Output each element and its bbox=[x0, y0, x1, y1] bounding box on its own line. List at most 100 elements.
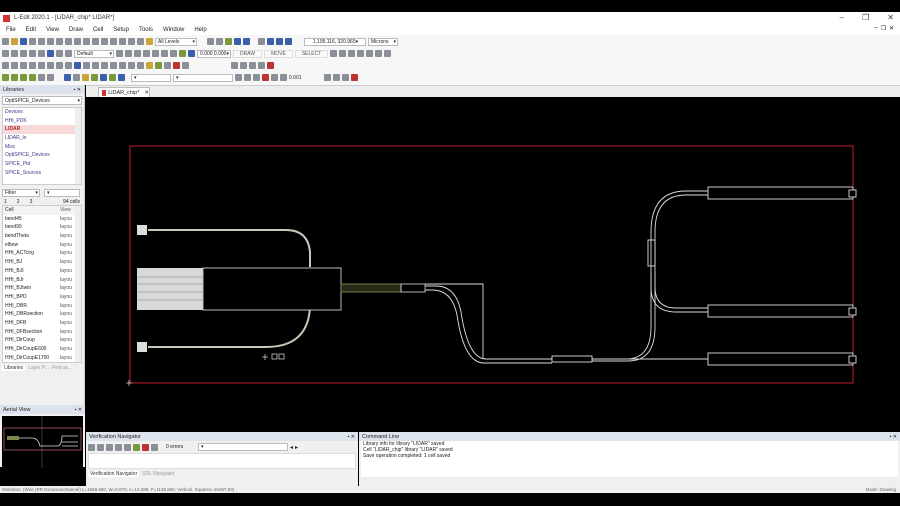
drc-icon[interactable] bbox=[110, 38, 117, 45]
grid-icon[interactable] bbox=[384, 50, 392, 57]
layer-swatch-icon[interactable] bbox=[188, 50, 195, 57]
library-item[interactable]: SPICE_Sources bbox=[3, 169, 81, 178]
polygon-tool-icon[interactable] bbox=[20, 50, 27, 57]
forward-icon[interactable] bbox=[216, 38, 223, 45]
save-view-icon[interactable] bbox=[267, 38, 274, 45]
cut-shape-icon[interactable] bbox=[146, 62, 153, 69]
wire-edit-icon[interactable] bbox=[231, 62, 238, 69]
drc-a-icon[interactable] bbox=[2, 74, 9, 81]
cell-row[interactable]: HHI_BJ layou bbox=[3, 258, 81, 267]
align-left-icon[interactable] bbox=[330, 50, 338, 57]
cell-row[interactable]: bendTheta layou bbox=[3, 232, 81, 241]
palette-icon[interactable] bbox=[267, 62, 274, 69]
port-icon[interactable] bbox=[170, 50, 177, 57]
merge-icon[interactable] bbox=[137, 62, 144, 69]
cell-scrollbar[interactable] bbox=[75, 206, 81, 362]
align-center-icon[interactable] bbox=[339, 50, 347, 57]
layer-icon[interactable] bbox=[146, 38, 153, 45]
verify-a-icon[interactable] bbox=[88, 443, 95, 451]
move-button[interactable]: MOVE bbox=[264, 49, 293, 58]
snap-grid-icon[interactable] bbox=[235, 74, 242, 81]
cell-row[interactable]: HHI_BJtwin layou bbox=[3, 284, 81, 293]
zoom-icon[interactable] bbox=[137, 38, 144, 45]
wire-tool-icon[interactable] bbox=[47, 50, 54, 57]
rotate-icon[interactable] bbox=[375, 50, 383, 57]
style-select[interactable]: Default bbox=[74, 49, 114, 58]
library-item[interactable]: Devices bbox=[3, 108, 81, 117]
verify-d-icon[interactable] bbox=[115, 443, 122, 451]
fill-icon[interactable] bbox=[285, 38, 292, 45]
menu-cell[interactable]: Cell bbox=[93, 27, 103, 33]
snap-edge-icon[interactable] bbox=[244, 74, 251, 81]
find-icon[interactable] bbox=[101, 38, 108, 45]
verify-e-icon[interactable] bbox=[124, 443, 131, 451]
wrench-icon[interactable] bbox=[38, 74, 45, 81]
terminal-icon[interactable] bbox=[47, 74, 54, 81]
tab-sdl-navigator[interactable]: SDL Navigator bbox=[142, 471, 174, 477]
cell-row[interactable]: HHI_DFB layou bbox=[3, 319, 81, 328]
cell-row[interactable]: bend45 layou bbox=[3, 215, 81, 224]
slice-icon[interactable] bbox=[128, 62, 135, 69]
cell-row[interactable]: bend90 layou bbox=[3, 223, 81, 232]
drc-b-icon[interactable] bbox=[11, 74, 18, 81]
back-icon[interactable] bbox=[207, 38, 214, 45]
tab-libraries[interactable]: Libraries bbox=[2, 365, 26, 371]
text-tool-icon[interactable] bbox=[152, 50, 159, 57]
tool-icon[interactable] bbox=[341, 74, 349, 81]
boolean-icon[interactable] bbox=[110, 62, 117, 69]
copy-icon[interactable] bbox=[47, 38, 54, 45]
cell-row[interactable]: HHI_DBR layou bbox=[3, 302, 81, 311]
tool-d-icon[interactable] bbox=[143, 50, 150, 57]
cell-row[interactable]: HHI_DFBsection layou bbox=[3, 328, 81, 337]
filter-select[interactable]: Filter bbox=[2, 189, 40, 197]
tab-close-icon[interactable]: ✕ bbox=[144, 90, 149, 96]
edit-h-icon[interactable] bbox=[65, 62, 72, 69]
flip-icon[interactable] bbox=[366, 50, 374, 57]
cut-icon[interactable] bbox=[38, 38, 45, 45]
menu-view[interactable]: View bbox=[46, 27, 59, 33]
edit-d-icon[interactable] bbox=[29, 62, 36, 69]
verify-b-icon[interactable] bbox=[97, 443, 104, 451]
cell-row[interactable]: HHI_DirCoup layou bbox=[3, 336, 81, 345]
close-button[interactable]: ✕ bbox=[887, 13, 894, 22]
verify-g-icon[interactable] bbox=[142, 443, 149, 451]
route-icon[interactable] bbox=[155, 62, 162, 69]
coord-field[interactable]: 0.000 0.000 bbox=[197, 49, 231, 58]
tag-icon[interactable] bbox=[82, 74, 89, 81]
mdi-minimize-icon[interactable]: – bbox=[874, 25, 877, 32]
undo-icon[interactable] bbox=[65, 38, 72, 45]
next-arrow-icon[interactable]: ▸ bbox=[295, 444, 298, 451]
menu-edit[interactable]: Edit bbox=[26, 27, 36, 33]
tab-find[interactable]: Find ar... bbox=[52, 365, 71, 371]
edit-g-icon[interactable] bbox=[56, 62, 63, 69]
empty-combo-1[interactable] bbox=[131, 73, 171, 82]
paste-icon[interactable] bbox=[56, 38, 63, 45]
dropdown-icon[interactable] bbox=[151, 443, 158, 451]
library-scrollbar[interactable] bbox=[75, 108, 81, 184]
pen-icon[interactable] bbox=[258, 38, 265, 45]
open-icon[interactable] bbox=[11, 38, 18, 45]
verify-f-icon[interactable] bbox=[133, 443, 140, 451]
extract-icon[interactable] bbox=[119, 38, 126, 45]
error-select[interactable] bbox=[198, 443, 288, 451]
distribute-icon[interactable] bbox=[357, 50, 365, 57]
mdi-close-icon[interactable]: ✕ bbox=[889, 25, 894, 32]
pencil-icon[interactable] bbox=[91, 74, 98, 81]
display-icon[interactable] bbox=[276, 38, 283, 45]
edit-l-icon[interactable] bbox=[101, 62, 108, 69]
snap-int-icon[interactable] bbox=[280, 74, 287, 81]
new-icon[interactable] bbox=[2, 38, 9, 45]
search-icon[interactable] bbox=[73, 74, 80, 81]
edit-e-icon[interactable] bbox=[38, 62, 45, 69]
text-icon[interactable] bbox=[128, 38, 135, 45]
library-item[interactable]: HHI_PDK bbox=[3, 117, 81, 126]
levels-select[interactable]: All Levels bbox=[155, 37, 197, 46]
minimize-button[interactable]: – bbox=[840, 13, 844, 22]
drc-d-icon[interactable] bbox=[29, 74, 36, 81]
column-header-view[interactable]: View bbox=[60, 206, 75, 215]
cell-row[interactable]: HHI_BJr layou bbox=[3, 276, 81, 285]
cell-row[interactable]: HHI_ACTcirg layou bbox=[3, 249, 81, 258]
nibble-icon[interactable] bbox=[164, 62, 171, 69]
chart-icon[interactable] bbox=[332, 74, 340, 81]
gear-icon[interactable] bbox=[100, 74, 107, 81]
